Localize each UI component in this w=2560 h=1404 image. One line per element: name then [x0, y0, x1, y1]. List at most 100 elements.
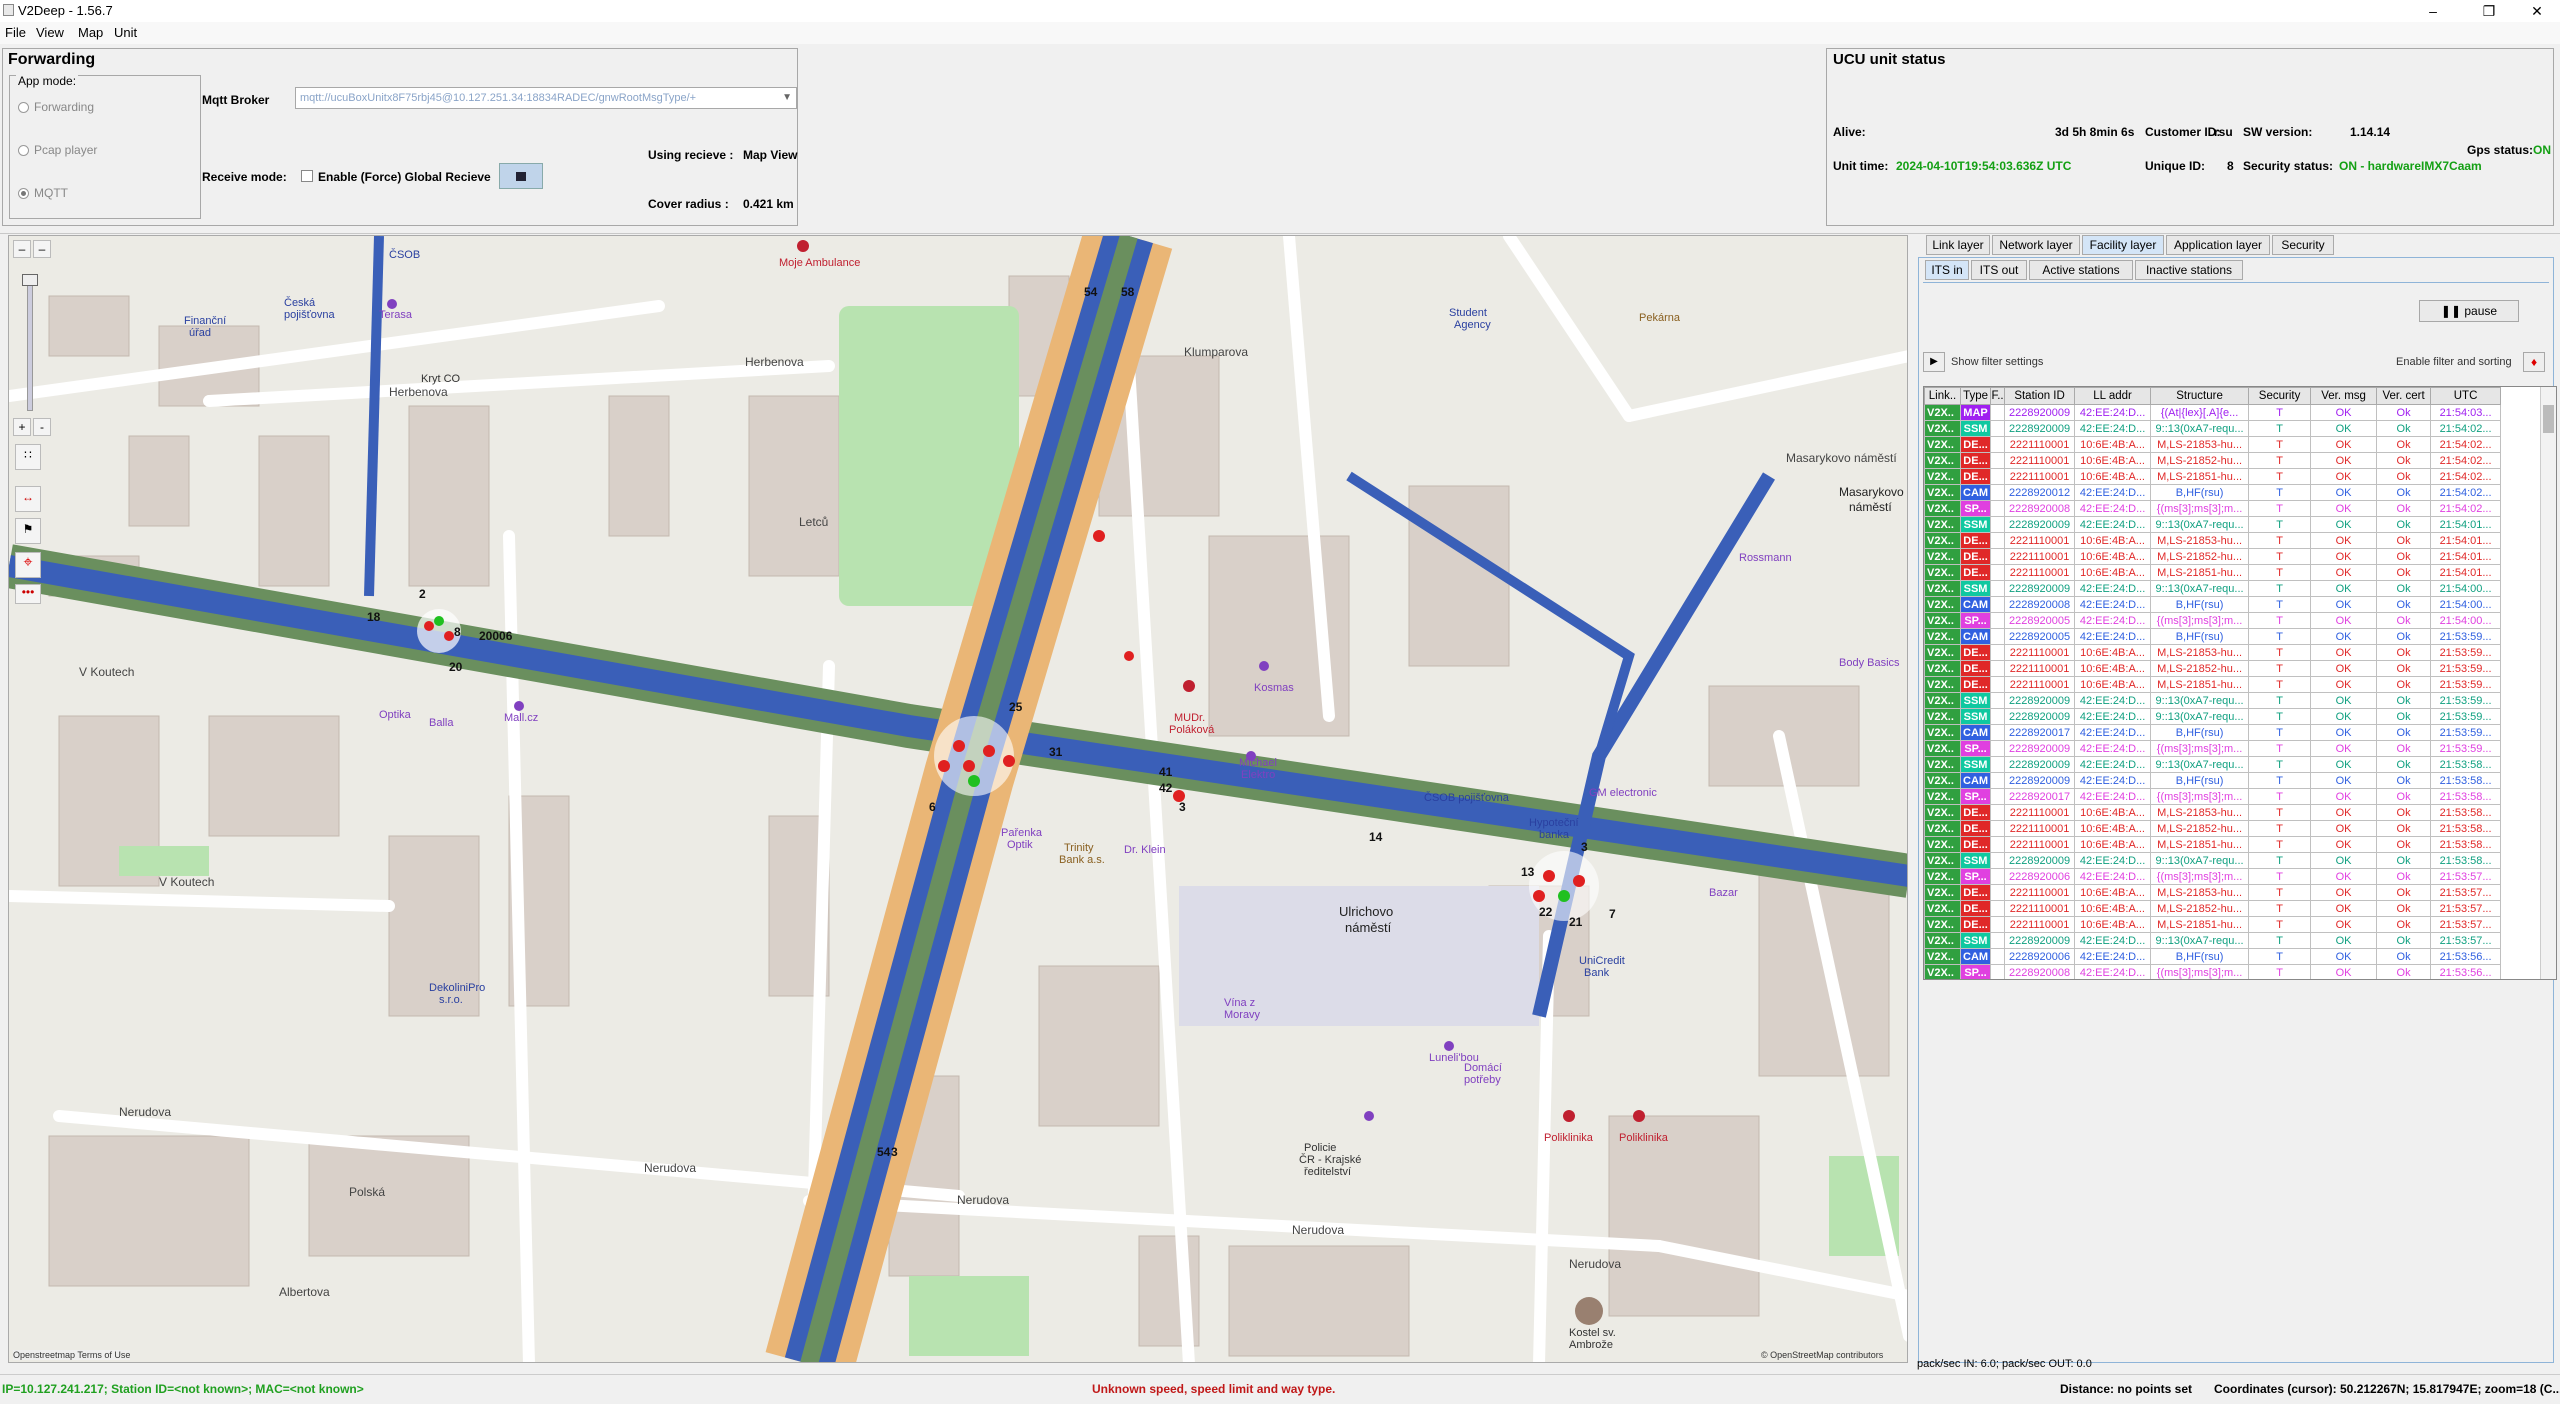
tab-security[interactable]: Security	[2272, 235, 2334, 255]
table-cell: B,HF(rsu)	[2150, 628, 2250, 645]
table-row[interactable]: V2X.. CAM 2228920012 42:EE:24:D... B,HF(rsu)…	[1924, 484, 2502, 501]
column-header[interactable]: LL addr	[2074, 387, 2152, 405]
table-row[interactable]: V2X.. DE... 2221110001 10:6E:4B:A... M,LS-21…	[1924, 836, 2502, 853]
table-row[interactable]: V2X.. SSM 2228920009 42:EE:24:D... 9::13(0xA…	[1924, 852, 2502, 869]
table-row[interactable]: V2X.. SSM 2228920009 42:EE:24:D... 9::13(0xA…	[1924, 692, 2502, 709]
radio-pcap[interactable]	[18, 145, 29, 156]
table-row[interactable]: V2X.. DE... 2221110001 10:6E:4B:A... M,LS-21…	[1924, 916, 2502, 933]
table-cell: 10:6E:4B:A...	[2074, 468, 2152, 485]
table-row[interactable]: V2X.. MAP 2228920009 42:EE:24:D... {(At|{lex…	[1924, 404, 2502, 421]
enable-global-checkbox[interactable]	[301, 170, 313, 182]
map-view[interactable]: 5458218 208256 4142314 1332221 758543 31…	[8, 235, 1908, 1363]
subtab-active-stations[interactable]: Active stations	[2029, 260, 2133, 280]
table-row[interactable]: V2X.. DE... 2221110001 10:6E:4B:A... M,LS-21…	[1924, 884, 2502, 901]
table-row[interactable]: V2X.. DE... 2221110001 10:6E:4B:A... M,LS-21…	[1924, 436, 2502, 453]
column-header[interactable]: Ver. msg	[2310, 387, 2378, 405]
tab-link-layer[interactable]: Link layer	[1926, 235, 1990, 255]
zoom-slider[interactable]	[27, 276, 33, 411]
table-row[interactable]: V2X.. SSM 2228920009 42:EE:24:D... 9::13(0xA…	[1924, 580, 2502, 597]
zoom-out-button[interactable]: –	[33, 240, 51, 258]
radio-forwarding[interactable]	[18, 102, 29, 113]
zoom-out-small-button[interactable]: –	[13, 240, 31, 258]
table-cell: 21:54:02...	[2430, 452, 2502, 469]
table-row[interactable]: V2X.. SP... 2228920005 42:EE:24:D... {(ms[3]…	[1924, 612, 2502, 629]
table-row[interactable]: V2X.. DE... 2221110001 10:6E:4B:A... M,LS-21…	[1924, 660, 2502, 677]
column-header[interactable]: Structure	[2150, 387, 2250, 405]
table-row[interactable]: V2X.. SP... 2228920008 42:EE:24:D... {(ms[3]…	[1924, 500, 2502, 517]
svg-text:Poliklinika: Poliklinika	[1619, 1132, 1669, 1144]
table-row[interactable]: V2X.. DE... 2221110001 10:6E:4B:A... M,LS-21…	[1924, 644, 2502, 661]
table-row[interactable]: V2X.. SP... 2228920008 42:EE:24:D... {(ms[3]…	[1924, 964, 2502, 979]
menu-file[interactable]: File	[5, 25, 26, 40]
zoom-reset-button[interactable]: -	[33, 418, 51, 436]
sorting-toggle-icon[interactable]: ♦	[2523, 352, 2545, 372]
table-row[interactable]: V2X.. CAM 2228920017 42:EE:24:D... B,HF(rsu)…	[1924, 724, 2502, 741]
table-row[interactable]: V2X.. DE... 2221110001 10:6E:4B:A... M,LS-21…	[1924, 564, 2502, 581]
minimize-icon[interactable]: –	[2410, 0, 2456, 22]
svg-text:Poliklinika: Poliklinika	[1544, 1132, 1594, 1144]
table-row[interactable]: V2X.. SP... 2228920017 42:EE:24:D... {(ms[3]…	[1924, 788, 2502, 805]
arrow-icon[interactable]: ↔	[15, 486, 41, 512]
stop-button[interactable]	[499, 163, 543, 189]
table-row[interactable]: V2X.. CAM 2228920009 42:EE:24:D... B,HF(rsu)…	[1924, 772, 2502, 789]
restore-icon[interactable]: ❐	[2466, 0, 2512, 22]
menu-unit[interactable]: Unit	[114, 25, 137, 40]
table-row[interactable]: V2X.. DE... 2221110001 10:6E:4B:A... M,LS-21…	[1924, 900, 2502, 917]
alive-label: Alive:	[1833, 125, 1866, 139]
tab-network-layer[interactable]: Network layer	[1992, 235, 2080, 255]
table-row[interactable]: V2X.. DE... 2221110001 10:6E:4B:A... M,LS-21…	[1924, 548, 2502, 565]
subtab-inactive-stations[interactable]: Inactive stations	[2135, 260, 2243, 280]
table-cell: MAP	[1959, 404, 1992, 421]
menu-map[interactable]: Map	[78, 25, 103, 40]
pause-button[interactable]: ❚❚ pause	[2419, 300, 2519, 322]
table-row[interactable]: V2X.. SSM 2228920009 42:EE:24:D... 9::13(0xA…	[1924, 516, 2502, 533]
tab-facility-layer[interactable]: Facility layer	[2082, 235, 2164, 255]
column-header[interactable]: Security	[2248, 387, 2312, 405]
broker-select[interactable]: mqtt://ucuBoxUnitx8F75rbj45@10.127.251.3…	[295, 87, 797, 109]
table-row[interactable]: V2X.. CAM 2228920005 42:EE:24:D... B,HF(rsu)…	[1924, 628, 2502, 645]
table-row[interactable]: V2X.. SSM 2228920009 42:EE:24:D... 9::13(0xA…	[1924, 932, 2502, 949]
table-row[interactable]: V2X.. DE... 2221110001 10:6E:4B:A... M,LS-21…	[1924, 820, 2502, 837]
zoom-slider-handle[interactable]	[22, 274, 38, 286]
subtab-its-out[interactable]: ITS out	[1971, 260, 2027, 280]
svg-text:Optik: Optik	[1007, 839, 1033, 851]
zoom-in-button[interactable]: +	[13, 418, 31, 436]
table-row[interactable]: V2X.. DE... 2221110001 10:6E:4B:A... M,LS-21…	[1924, 676, 2502, 693]
column-header[interactable]: Ver. cert	[2376, 387, 2432, 405]
forwarding-panel: Forwarding App mode: Forwarding Pcap pla…	[2, 48, 798, 226]
column-header[interactable]: Station ID	[2004, 387, 2076, 405]
menu-view[interactable]: View	[36, 25, 64, 40]
map-canvas[interactable]: 5458218 208256 4142314 1332221 758543 31…	[9, 236, 1908, 1363]
tab-application-layer[interactable]: Application layer	[2166, 235, 2270, 255]
table-row[interactable]: V2X.. SSM 2228920009 42:EE:24:D... 9::13(0xA…	[1924, 708, 2502, 725]
table-row[interactable]: V2X.. SP... 2228920009 42:EE:24:D... {(ms[3]…	[1924, 740, 2502, 757]
subtab-its-in[interactable]: ITS in	[1925, 260, 1969, 280]
table-row[interactable]: V2X.. CAM 2228920008 42:EE:24:D... B,HF(rsu)…	[1924, 596, 2502, 613]
table-row[interactable]: V2X.. SSM 2228920009 42:EE:24:D... 9::13(0xA…	[1924, 420, 2502, 437]
table-row[interactable]: V2X.. DE... 2221110001 10:6E:4B:A... M,LS-21…	[1924, 532, 2502, 549]
column-header[interactable]: UTC	[2430, 387, 2502, 405]
table-row[interactable]: V2X.. CAM 2228920006 42:EE:24:D... B,HF(rsu)…	[1924, 948, 2502, 965]
map-attribution[interactable]: Openstreetmap Terms of Use	[13, 1350, 131, 1360]
table-row[interactable]: V2X.. SSM 2228920009 42:EE:24:D... 9::13(0xA…	[1924, 756, 2502, 773]
table-row[interactable]: V2X.. DE... 2221110001 10:6E:4B:A... M,LS-21…	[1924, 452, 2502, 469]
table-cell	[1990, 932, 2006, 949]
its-in-table[interactable]: Link.. Type F.. Station ID LL addr Structure S…	[1923, 386, 2557, 980]
table-row[interactable]: V2X.. SP... 2228920006 42:EE:24:D... {(ms[3]…	[1924, 868, 2502, 885]
its-in-grid[interactable]: Link.. Type F.. Station ID LL addr Structure S…	[1924, 387, 2502, 979]
column-header[interactable]: F..	[1990, 387, 2006, 405]
table-cell: Ok	[2376, 468, 2432, 485]
radio-mqtt[interactable]	[18, 188, 29, 199]
table-row[interactable]: V2X.. DE... 2221110001 10:6E:4B:A... M,LS-21…	[1924, 468, 2502, 485]
crosshair-icon[interactable]: ⌖	[15, 552, 41, 578]
table-row[interactable]: V2X.. DE... 2221110001 10:6E:4B:A... M,LS-21…	[1924, 804, 2502, 821]
scrollbar-thumb[interactable]	[2543, 405, 2554, 433]
close-icon[interactable]: ✕	[2514, 0, 2560, 22]
more-icon[interactable]: •••	[15, 584, 41, 604]
show-filter-arrow-icon[interactable]: ▶	[1923, 352, 1945, 372]
flag-icon[interactable]: ⚑	[15, 518, 41, 544]
column-header[interactable]: Type	[1959, 387, 1992, 405]
table-scrollbar[interactable]	[2540, 387, 2556, 979]
fit-view-icon[interactable]: ∷	[15, 444, 41, 470]
column-header[interactable]: Link..	[1924, 387, 1961, 405]
